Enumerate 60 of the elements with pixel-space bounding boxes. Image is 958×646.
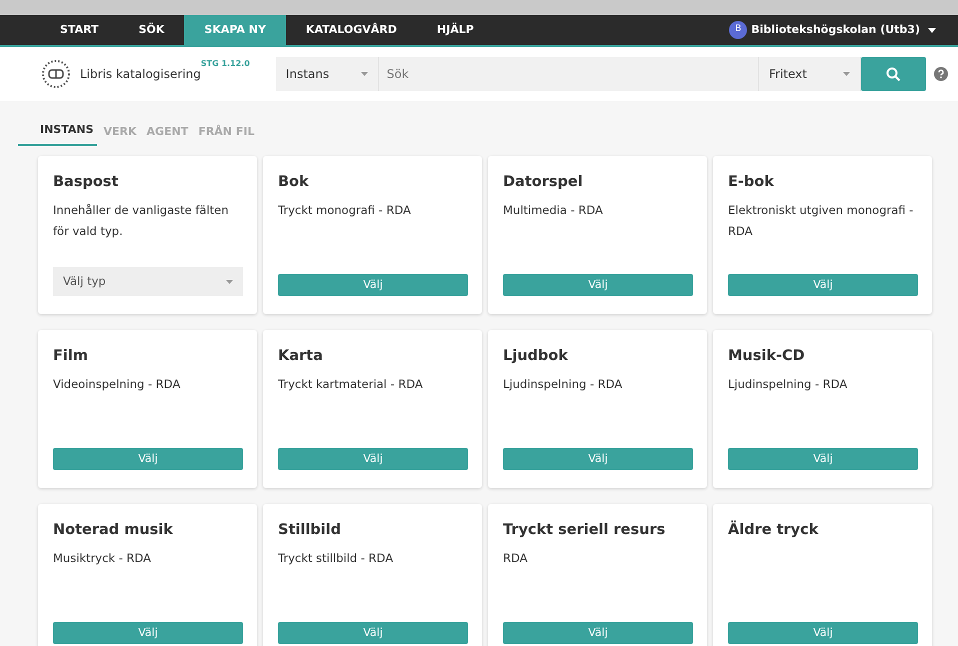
type-select[interactable]: Välj typ [53, 267, 243, 296]
select-button[interactable]: Välj [503, 622, 693, 644]
card-description: Multimedia - RDA [503, 202, 604, 219]
card-description: Videoinspelning - RDA [53, 376, 182, 393]
card-description: RDA [503, 550, 529, 567]
select-button[interactable]: Välj [728, 448, 918, 470]
logo-icon [40, 58, 72, 90]
card-title: Musik-CD [728, 347, 806, 366]
app-name: Libris katalogisering [80, 66, 201, 83]
type-tab[interactable]: INSTANS [18, 122, 97, 146]
nav-tab[interactable]: START [58, 15, 119, 45]
card-title: Stillbild [278, 521, 342, 540]
user-avatar: B [729, 21, 748, 39]
caret-icon [360, 72, 368, 76]
user-name: Bibliotekshögskolan (Utb3) [751, 22, 920, 38]
select-button[interactable]: Välj [278, 622, 468, 644]
help-icon[interactable] [934, 67, 948, 81]
search-button[interactable] [861, 57, 926, 91]
nav-tab[interactable]: HJÄLP [416, 15, 494, 45]
version-label: STG 1.12.0 [200, 58, 250, 70]
nav-tab[interactable]: SKAPA NY [184, 15, 286, 45]
caret-icon [928, 28, 936, 32]
type-tab[interactable]: VERK [100, 124, 140, 146]
select-button[interactable]: Välj [503, 274, 693, 296]
select-button[interactable]: Välj [278, 448, 468, 470]
select-button[interactable]: Välj [503, 448, 693, 470]
card-title: Datorspel [503, 173, 584, 192]
select-button[interactable]: Välj [728, 622, 918, 644]
card-description: Musiktryck - RDA [53, 550, 152, 567]
type-tab[interactable]: FRÅN FIL [195, 124, 258, 146]
select-button[interactable]: Välj [53, 448, 243, 470]
card-description: Tryckt kartmaterial - RDA [278, 376, 424, 393]
type-tab[interactable]: AGENT [144, 124, 192, 146]
card-description: Tryckt stillbild - RDA [278, 550, 394, 567]
search-icon [886, 66, 901, 82]
card-title: Bok [278, 173, 310, 192]
card-title: Karta [278, 347, 324, 366]
card-title: Baspost [53, 173, 120, 192]
select-button[interactable]: Välj [728, 274, 918, 296]
nav-tab[interactable]: SÖK [118, 15, 184, 45]
select-button[interactable]: Välj [278, 274, 468, 296]
card-title: Äldre tryck [728, 520, 820, 540]
card-title: E-bok [728, 173, 775, 192]
mode-select[interactable]: Fritext [758, 57, 861, 91]
nav-tab[interactable]: KATALOGVÅRD [286, 15, 417, 45]
select-button[interactable]: Välj [53, 622, 243, 644]
caret-icon [226, 280, 233, 284]
card-description: Ljudinspelning - RDA [503, 376, 624, 393]
card-title: Noterad musik [53, 521, 174, 540]
card-title: Film [53, 347, 89, 366]
card-description: Ljudinspelning - RDA [728, 376, 848, 393]
caret-icon [843, 72, 850, 76]
card-description: Innehåller de vanligaste fälten för vald typ. [53, 202, 230, 240]
user-menu[interactable]: B Bibliotekshögskolan (Utb3) [729, 15, 936, 45]
scope-select[interactable]: Instans [276, 57, 379, 91]
card-title: Ljudbok [503, 347, 569, 366]
card-description: Elektroniskt utgiven monografi - RDA [728, 202, 914, 240]
card-title: Tryckt seriell resurs [503, 521, 666, 540]
card-description: Tryckt monografi - RDA [278, 202, 412, 219]
search-field[interactable]: Sök [378, 57, 758, 91]
